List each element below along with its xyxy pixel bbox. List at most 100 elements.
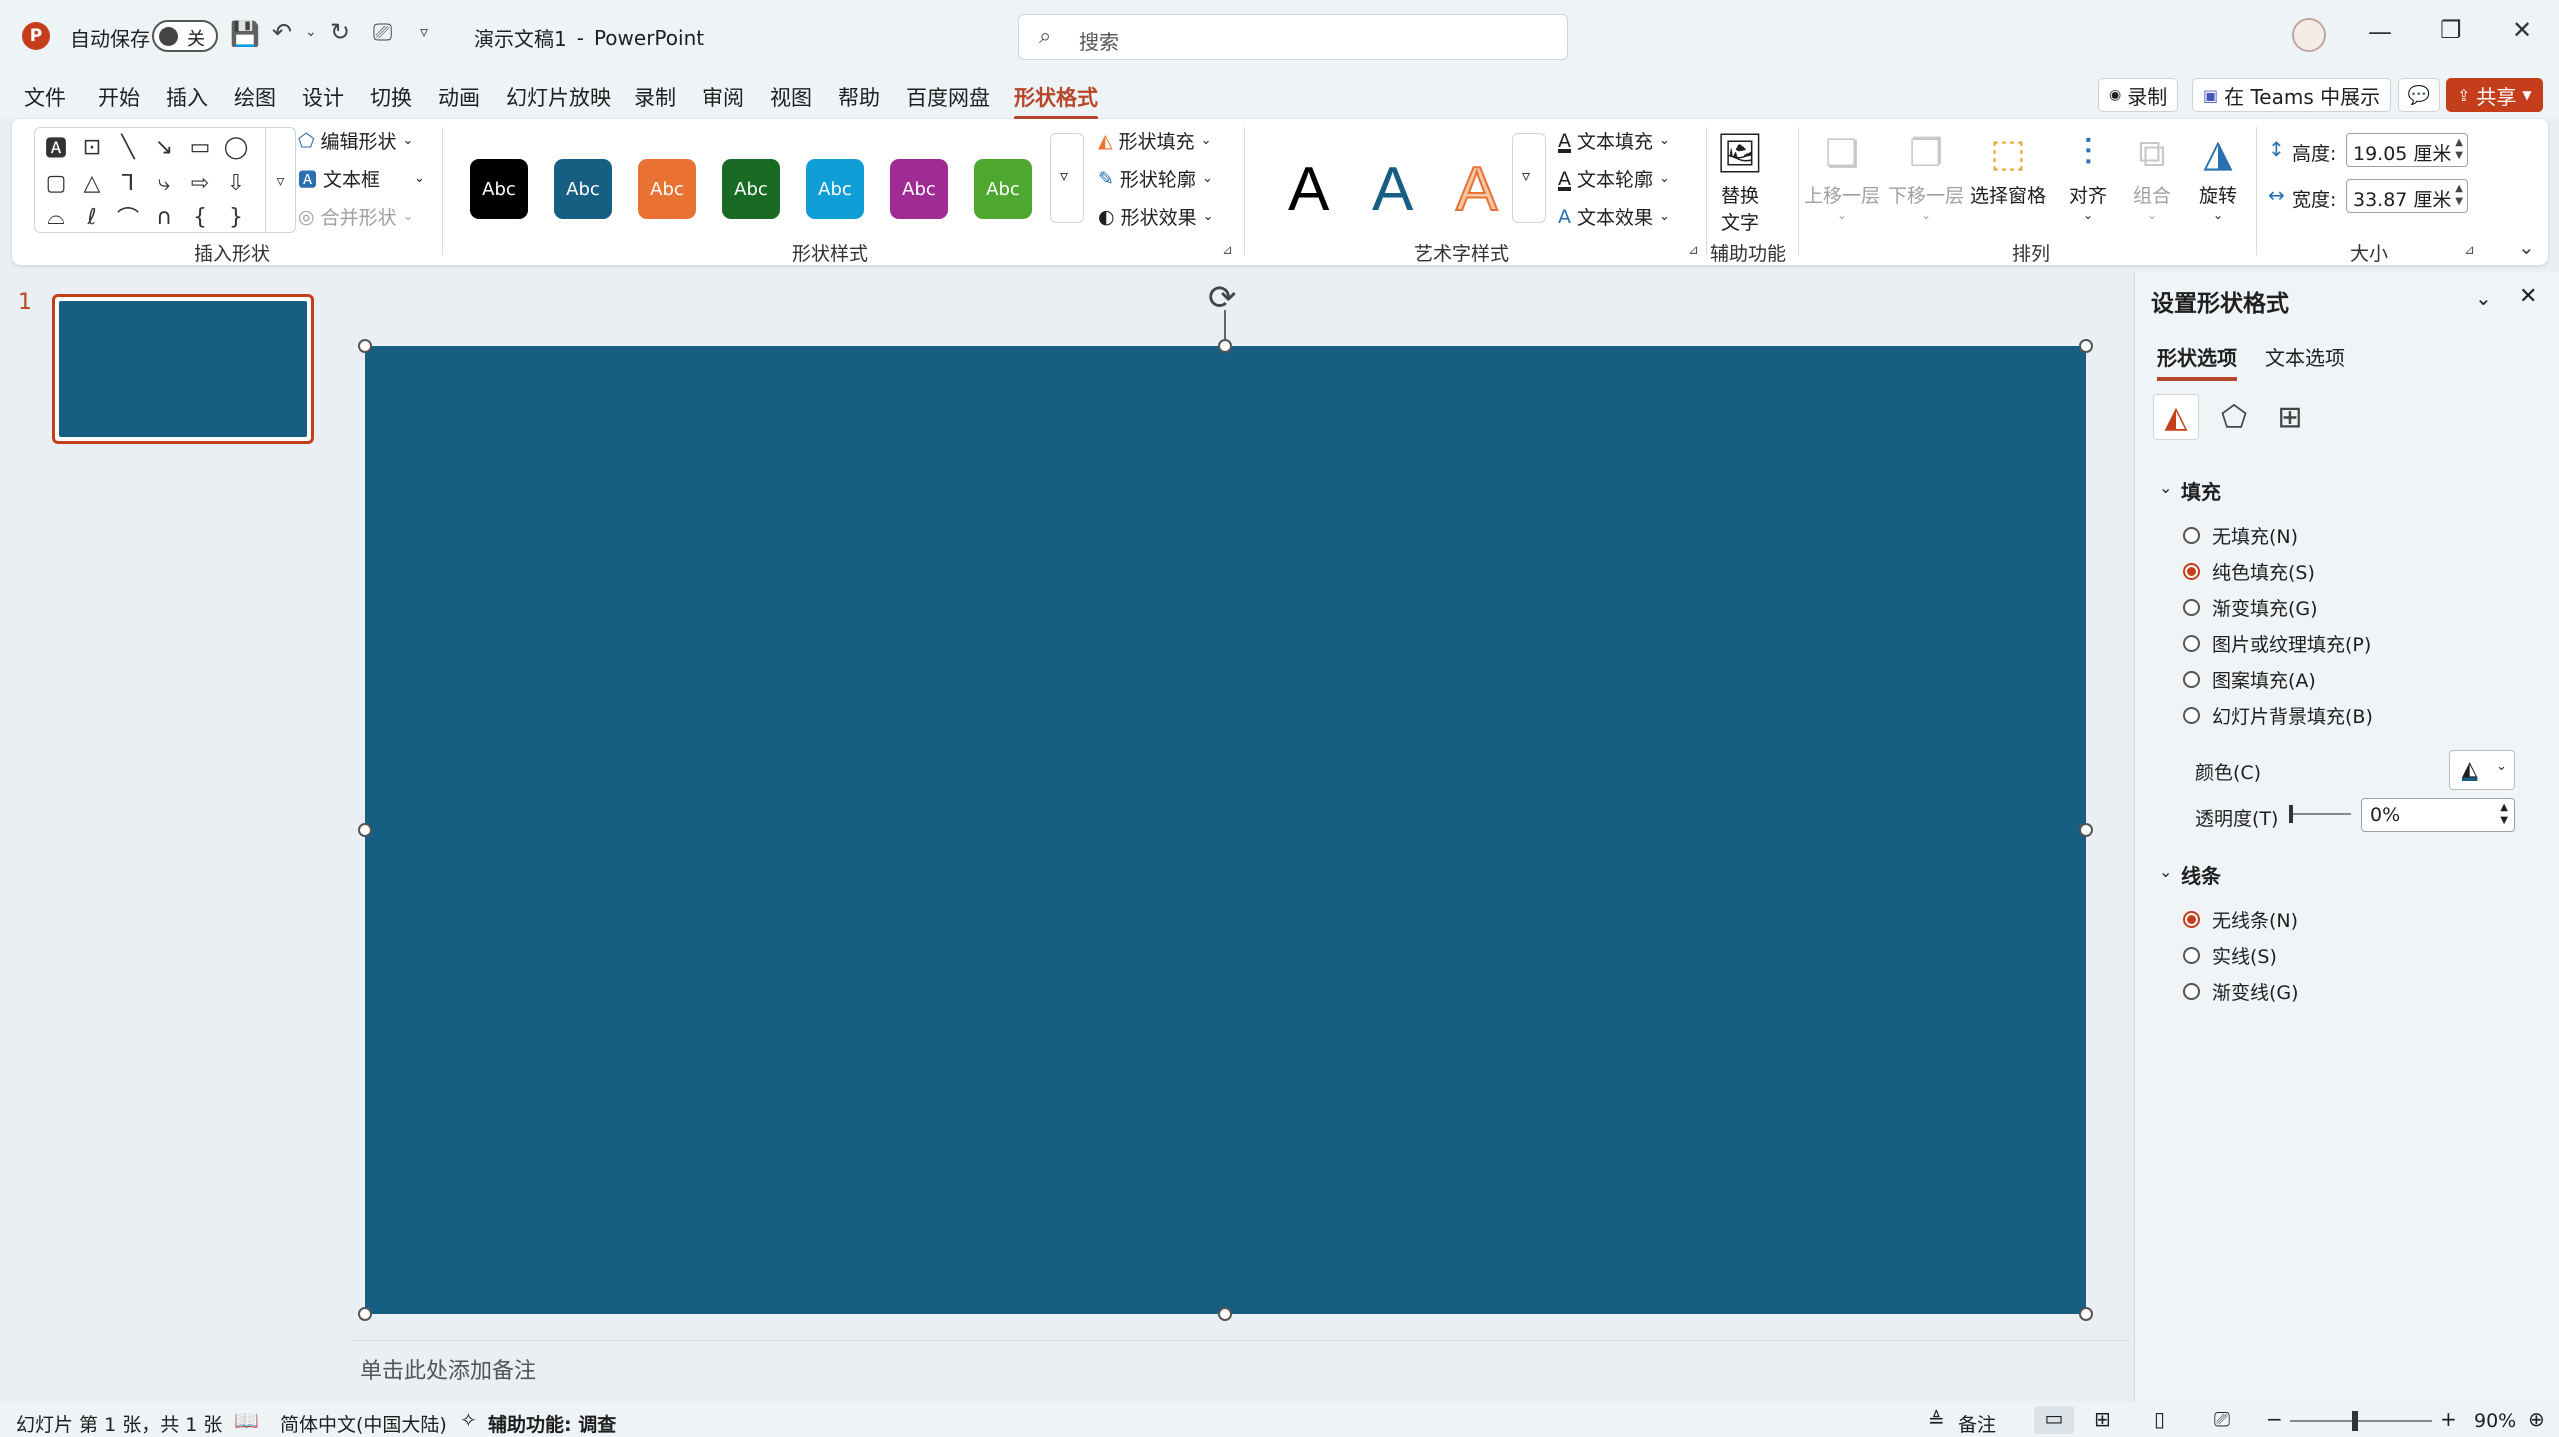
radio-picture-fill[interactable] xyxy=(2183,635,2200,652)
left-brace-shape-icon[interactable]: { xyxy=(185,202,215,232)
triangle-shape-icon[interactable]: △ xyxy=(77,168,107,198)
edit-shape-button[interactable]: ⬠ 编辑形状 ⌄ xyxy=(298,127,413,154)
effects-pentagon-icon[interactable]: ⬠ xyxy=(2211,394,2257,440)
collapse-ribbon-icon[interactable]: ⌄ xyxy=(2518,235,2535,259)
text-outline-button[interactable]: A 文本轮廓 ⌄ xyxy=(1558,165,1670,192)
radio-gradient-fill[interactable] xyxy=(2183,599,2200,616)
redo-icon[interactable]: ↻ xyxy=(330,18,350,46)
resize-handle-top-left[interactable] xyxy=(358,339,372,353)
shape-fill-button[interactable]: ◭ 形状填充 ⌄ xyxy=(1098,127,1212,154)
transparency-slider-thumb[interactable] xyxy=(2289,805,2293,823)
wordart-more-button[interactable]: ▿ xyxy=(1512,133,1546,223)
fill-option-gradient[interactable]: 渐变填充(G) xyxy=(2183,594,2318,621)
fill-line-icon[interactable]: ◭ xyxy=(2153,394,2199,440)
arrow-line-shape-icon[interactable]: ↘ xyxy=(149,132,179,162)
curve-shape-icon[interactable]: ∩ xyxy=(149,202,179,232)
shape-style-light-blue[interactable]: Abc xyxy=(806,159,864,219)
tab-slideshow[interactable]: 幻灯片放映 xyxy=(506,82,611,112)
shape-effects-button[interactable]: ◐ 形状效果 ⌄ xyxy=(1098,203,1214,230)
send-backward-button[interactable]: ❐ 下移一层 ⌄ xyxy=(1888,129,1964,222)
tab-shape-format[interactable]: 形状格式 xyxy=(1014,82,1098,120)
resize-handle-right[interactable] xyxy=(2079,823,2093,837)
shape-style-dark-blue[interactable]: Abc xyxy=(554,159,612,219)
shape-style-purple[interactable]: Abc xyxy=(890,159,948,219)
tab-design[interactable]: 设计 xyxy=(302,82,344,112)
freeform-shape-icon[interactable]: ⌓ xyxy=(41,202,71,232)
pane-options-chevron-icon[interactable]: ⌄ xyxy=(2475,286,2492,310)
scribble-shape-icon[interactable]: ℓ xyxy=(77,202,107,232)
shape-outline-button[interactable]: ✎ 形状轮廓 ⌄ xyxy=(1098,165,1213,192)
radio-solid-line[interactable] xyxy=(2183,947,2200,964)
alt-text-button[interactable]: 🖼 替换 文字 xyxy=(1716,129,1764,235)
rotate-handle-icon[interactable]: ⟳ xyxy=(1208,278,1237,318)
shapes-more-icon[interactable]: ▿ xyxy=(265,128,295,232)
fill-collapse-chevron-icon[interactable]: ⌄ xyxy=(2159,478,2172,497)
fill-option-slide-background[interactable]: 幻灯片背景填充(B) xyxy=(2183,702,2373,729)
line-option-none[interactable]: 无线条(N) xyxy=(2183,906,2298,933)
zoom-out-icon[interactable]: − xyxy=(2266,1407,2283,1431)
slide-sorter-icon[interactable]: ⊞ xyxy=(2094,1407,2111,1431)
present-icon[interactable]: ⎚ xyxy=(373,18,392,46)
tab-text-options[interactable]: 文本选项 xyxy=(2265,342,2345,371)
tab-baidu-netdisk[interactable]: 百度网盘 xyxy=(906,82,990,112)
line-collapse-chevron-icon[interactable]: ⌄ xyxy=(2159,862,2172,881)
tab-draw[interactable]: 绘图 xyxy=(234,82,276,112)
fill-option-solid[interactable]: 纯色填充(S) xyxy=(2183,558,2315,585)
tab-animations[interactable]: 动画 xyxy=(438,82,480,112)
selection-pane-button[interactable]: ⬚ 选择窗格 xyxy=(1970,129,2046,208)
line-option-gradient[interactable]: 渐变线(G) xyxy=(2183,978,2299,1005)
tab-help[interactable]: 帮助 xyxy=(838,82,880,112)
customize-icon[interactable]: ▿ xyxy=(420,22,428,41)
teams-present-button[interactable]: ▣ 在 Teams 中展示 xyxy=(2192,78,2392,112)
radio-solid-fill[interactable] xyxy=(2183,563,2200,580)
shape-style-black[interactable]: Abc xyxy=(470,159,528,219)
fit-to-window-icon[interactable]: ⊕ xyxy=(2528,1407,2545,1431)
arc-shape-icon[interactable]: ⌒ xyxy=(113,202,143,232)
tab-shape-options[interactable]: 形状选项 xyxy=(2157,342,2237,381)
tab-view[interactable]: 视图 xyxy=(770,82,812,112)
resize-handle-left[interactable] xyxy=(358,823,372,837)
line-section-header[interactable]: 线条 xyxy=(2181,860,2221,889)
tab-record[interactable]: 录制 xyxy=(634,82,676,112)
resize-handle-bottom-left[interactable] xyxy=(358,1307,372,1321)
tab-transitions[interactable]: 切换 xyxy=(370,82,412,112)
text-effects-button[interactable]: A 文本效果 ⌄ xyxy=(1558,203,1670,230)
tab-file[interactable]: 文件 xyxy=(24,82,66,112)
resize-handle-bottom[interactable] xyxy=(1218,1307,1232,1321)
maximize-icon[interactable]: ❐ xyxy=(2440,16,2462,44)
tab-review[interactable]: 审阅 xyxy=(702,82,744,112)
avatar[interactable] xyxy=(2292,18,2326,52)
rectangle-shape-icon[interactable]: ▭ xyxy=(185,132,215,162)
undo-dropdown-icon[interactable]: ⌄ xyxy=(305,24,317,40)
slide-count-status[interactable]: 幻灯片 第 1 张，共 1 张 xyxy=(16,1410,222,1437)
autosave-toggle[interactable]: 关 xyxy=(152,20,218,52)
height-input[interactable]: 19.05 厘米 ▲ ▼ xyxy=(2346,133,2468,167)
wordart-launcher-icon[interactable]: ⊿ xyxy=(1688,243,1699,258)
textbox-button[interactable]: 🅰 文本框 ⌄ xyxy=(298,165,425,192)
radio-gradient-line[interactable] xyxy=(2183,983,2200,1000)
right-brace-shape-icon[interactable]: } xyxy=(221,202,251,232)
textbox-shape-icon[interactable]: 🅰 xyxy=(41,132,71,162)
record-button[interactable]: ◉ 录制 xyxy=(2098,78,2179,112)
size-properties-icon[interactable]: ⊞ xyxy=(2267,394,2313,440)
fill-option-picture[interactable]: 图片或纹理填充(P) xyxy=(2183,630,2371,657)
group-button[interactable]: ⧉ 组合 ⌄ xyxy=(2128,129,2176,223)
zoom-slider-thumb[interactable] xyxy=(2352,1411,2358,1431)
shape-style-orange[interactable]: Abc xyxy=(638,159,696,219)
shape-style-green[interactable]: Abc xyxy=(722,159,780,219)
zoom-slider[interactable] xyxy=(2290,1411,2432,1431)
radio-no-fill[interactable] xyxy=(2183,527,2200,544)
height-spinner-icon[interactable]: ▲ ▼ xyxy=(2455,136,2463,162)
radio-pattern-fill[interactable] xyxy=(2183,671,2200,688)
text-fill-button[interactable]: A 文本填充 ⌄ xyxy=(1558,127,1670,154)
comments-button[interactable]: 💬 xyxy=(2398,78,2440,112)
wordart-style-blue[interactable]: A xyxy=(1372,159,1413,221)
elbow-arrow-shape-icon[interactable]: ⤷ xyxy=(149,168,179,198)
rotate-button[interactable]: ◮ 旋转 ⌄ xyxy=(2194,129,2242,222)
shape-style-light-green[interactable]: Abc xyxy=(974,159,1032,219)
zoom-in-icon[interactable]: + xyxy=(2440,1407,2457,1431)
size-launcher-icon[interactable]: ⊿ xyxy=(2464,243,2475,258)
elbow-connector-shape-icon[interactable]: ⅂ xyxy=(113,168,143,198)
language-status[interactable]: 简体中文(中国大陆) xyxy=(280,1410,447,1437)
reading-view-icon[interactable]: ▯ xyxy=(2154,1407,2165,1431)
